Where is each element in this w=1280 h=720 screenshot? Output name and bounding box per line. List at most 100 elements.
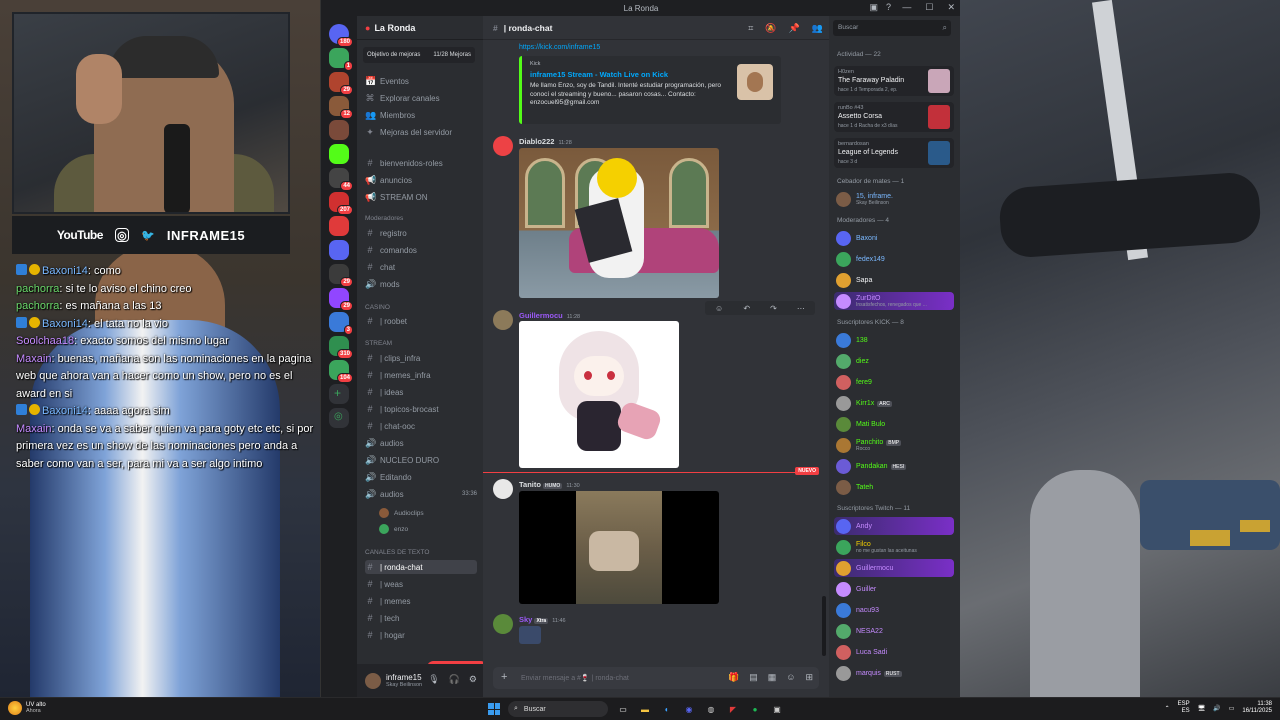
start-icon[interactable] [488, 703, 500, 715]
channel-item[interactable]: # | chat-ooc [365, 419, 477, 433]
close-button[interactable]: ✕ [947, 2, 955, 13]
channel-item[interactable]: # | ideas [365, 385, 477, 399]
reaction-icon[interactable]: ☺ [715, 304, 723, 313]
channel-item[interactable]: 📢 anuncios [365, 173, 477, 187]
simpsons-meme-image[interactable] [519, 148, 719, 298]
member-item[interactable]: fere9 [834, 373, 954, 391]
help-icon[interactable]: ? [886, 2, 891, 13]
member-item[interactable]: NESA22 [834, 622, 954, 640]
reply-icon[interactable]: ↶ [743, 304, 750, 313]
more-icon[interactable]: ⋯ [797, 304, 805, 313]
category-header[interactable]: CANALES DE TEXTO [365, 549, 429, 556]
channel-item[interactable]: # | memes [365, 594, 477, 608]
anime-sticker-image[interactable] [519, 321, 679, 468]
member-item[interactable]: Tateh [834, 478, 954, 496]
message-author[interactable]: Sky [519, 615, 532, 624]
add-server-icon[interactable]: + [329, 384, 349, 404]
member-item[interactable]: Sapa [834, 271, 954, 289]
taskbar-search[interactable]: ⌕ Buscar [508, 701, 608, 717]
activity-card[interactable]: H0zen The Faraway Paladin hace 1 d Tempora… [834, 66, 954, 96]
clock[interactable]: 11:38 16/11/2025 [1242, 701, 1272, 715]
server-icon[interactable] [329, 120, 349, 140]
emoji-icon[interactable]: ☺ [786, 672, 795, 683]
boost-goal[interactable]: Objetivo de mejoras 11/28 Mejoras [363, 47, 475, 63]
video-attachment[interactable] [519, 491, 719, 604]
server-icon[interactable]: 29 [329, 264, 353, 287]
channel-item[interactable]: # chat [365, 260, 477, 274]
channel-item[interactable]: 📅 Eventos [365, 74, 477, 88]
server-icon[interactable]: 29 [329, 72, 353, 95]
headphones-icon[interactable]: 🎧 [449, 674, 460, 685]
member-item[interactable]: Pandakan HESI [834, 457, 954, 475]
discord-icon[interactable]: ◉ [682, 702, 696, 716]
server-icon[interactable] [329, 240, 349, 260]
maximize-button[interactable]: ☐ [925, 2, 933, 13]
server-icon[interactable]: 104 [329, 360, 353, 383]
member-item[interactable]: Guiller [834, 580, 954, 598]
member-item[interactable]: Baxoni [834, 229, 954, 247]
network-icon[interactable]: 🖥 [1198, 705, 1206, 712]
file-explorer-icon[interactable]: ▬ [638, 702, 652, 716]
channel-item[interactable]: ⌘ Explorar canales [365, 91, 477, 105]
notifications-icon[interactable]: 🔕 [765, 23, 776, 34]
channel-item[interactable]: # | tech [365, 611, 477, 625]
channel-item[interactable]: 🔊 NUCLEO DURO [365, 453, 477, 467]
app-icon[interactable]: ◤ [726, 702, 740, 716]
channel-item[interactable]: 👥 Miembros [365, 108, 477, 122]
inbox-icon[interactable]: ▣ [869, 2, 878, 13]
language-indicator[interactable]: ESP ES [1178, 701, 1190, 715]
member-item[interactable]: Mati Bulo [834, 415, 954, 433]
voice-user[interactable]: enzo [379, 522, 475, 536]
member-item[interactable]: Luca Sadi [834, 643, 954, 661]
channel-item[interactable]: # | roobet [365, 314, 477, 328]
task-view-icon[interactable]: ▭ [616, 702, 630, 716]
member-item[interactable]: diez [834, 352, 954, 370]
chevron-up-icon[interactable]: ⌃ [1165, 705, 1170, 712]
member-item[interactable]: nacu93 [834, 601, 954, 619]
server-icon[interactable]: 12 [329, 96, 353, 119]
battery-icon[interactable]: ▭ [1229, 705, 1235, 712]
pin-icon[interactable]: 📌 [789, 23, 800, 34]
channel-item[interactable]: ✦ Mejoras del servidor [365, 125, 477, 139]
channel-item[interactable]: 🔊 audios [365, 436, 477, 450]
channel-item[interactable]: 🔊 Editando [365, 470, 477, 484]
steam-icon[interactable]: ◍ [704, 702, 718, 716]
add-attachment-icon[interactable]: + [501, 671, 507, 683]
threads-icon[interactable]: ⌗ [748, 23, 753, 34]
channel-item[interactable]: # | ronda-chat [365, 560, 477, 574]
gift-icon[interactable]: 🎁 [728, 672, 739, 683]
member-item[interactable]: 15, inframe. Skay Beilinson [834, 190, 954, 208]
category-header[interactable]: Moderadores [365, 215, 403, 222]
channel-item[interactable]: # | clips_infra [365, 351, 477, 365]
server-icon[interactable] [329, 216, 349, 236]
member-item[interactable]: Andy [834, 517, 954, 535]
member-item[interactable]: marquis RUST [834, 664, 954, 682]
channel-item[interactable]: # | weas [365, 577, 477, 591]
channel-item[interactable]: # comandos [365, 243, 477, 257]
server-icon[interactable] [329, 144, 349, 164]
sticker-image[interactable] [519, 626, 541, 644]
voice-user[interactable]: Audioclips [379, 506, 475, 520]
activity-card[interactable]: bernardosan League of Legends hace 3 d [834, 138, 954, 168]
message-composer[interactable]: + Enviar mensaje a #🍷 | ronda-chat 🎁 ▤ ▦… [493, 667, 819, 689]
edge-icon[interactable]: ◐ [660, 702, 674, 716]
server-icon[interactable]: 1 [329, 48, 353, 71]
volume-icon[interactable]: 🔊 [1213, 705, 1220, 712]
server-icon[interactable]: 180 [329, 24, 353, 47]
category-header[interactable]: STREAM [365, 340, 392, 347]
avatar[interactable] [493, 310, 513, 330]
embed-thumbnail[interactable] [737, 64, 773, 100]
message-author[interactable]: Tanito [519, 480, 541, 489]
channel-item[interactable]: # | hogar [365, 628, 477, 642]
avatar[interactable] [493, 136, 513, 156]
member-item[interactable]: Guillermocu [834, 559, 954, 577]
server-icon[interactable]: 3 [329, 312, 353, 335]
channel-item[interactable]: # | memes_infra [365, 368, 477, 382]
channel-item[interactable]: # | topicos-brocast [365, 402, 477, 416]
member-item[interactable]: ZurDitO Insatisfechos, renegados que ... [834, 292, 954, 310]
kick-link[interactable]: https://kick.com/inframe15 [519, 44, 600, 51]
gif-icon[interactable]: ▤ [749, 672, 758, 683]
avatar[interactable] [493, 479, 513, 499]
member-item[interactable]: 138 [834, 331, 954, 349]
discover-icon[interactable]: ◎ [329, 408, 349, 428]
